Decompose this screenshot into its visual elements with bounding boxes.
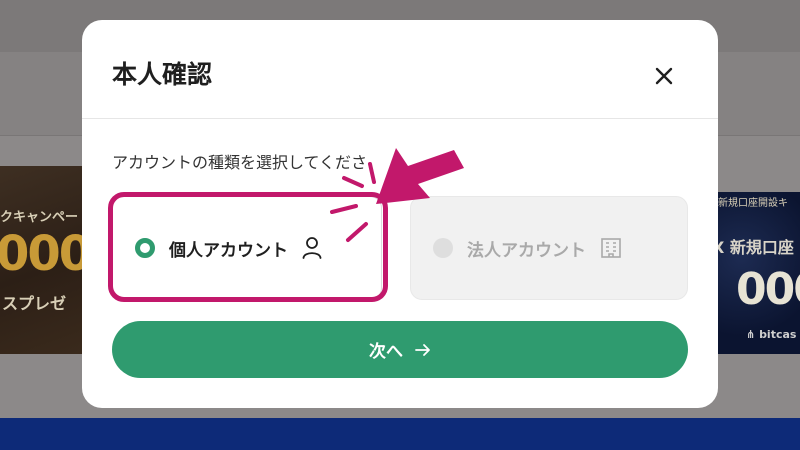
building-icon xyxy=(600,237,622,259)
next-button[interactable]: 次へ xyxy=(112,321,688,378)
campaign-banner-right: 新規口座開設キ X 新規口座 000 ⋔ bitcas xyxy=(716,192,800,354)
person-icon xyxy=(302,236,322,260)
banner-right-text-1: 新規口座開設キ xyxy=(718,198,788,209)
banner-right-amount: 000 xyxy=(736,264,800,315)
personal-account-option[interactable]: 個人アカウント xyxy=(112,196,382,300)
personal-account-label: 個人アカウント xyxy=(169,240,288,261)
banner-right-text-2: X 新規口座 xyxy=(716,238,794,257)
brand-logo-icon: ⋔ xyxy=(746,328,756,341)
banner-left-text-1: クキャンペー xyxy=(0,210,79,225)
arrow-right-icon xyxy=(415,343,431,357)
corporate-account-option[interactable]: 法人アカウント xyxy=(410,196,688,300)
identity-verification-modal: 本人確認 アカウントの種類を選択してくださ 個人アカウント 法人アカウント 次へ xyxy=(82,20,718,408)
close-icon xyxy=(655,67,673,85)
corporate-account-label: 法人アカウント xyxy=(467,240,586,261)
banner-left-amount: 000 xyxy=(0,226,82,282)
next-button-label: 次へ xyxy=(369,342,403,362)
personal-account-radio[interactable] xyxy=(135,238,155,258)
corporate-account-radio[interactable] xyxy=(433,238,453,258)
banner-left-text-2: スプレゼ xyxy=(2,294,67,313)
account-type-prompt: アカウントの種類を選択してくださ xyxy=(112,153,368,172)
banner-right-brand: ⋔ bitcas xyxy=(746,328,796,341)
campaign-banner-left: クキャンペー 000 スプレゼ xyxy=(0,166,82,354)
modal-divider xyxy=(82,118,718,119)
close-button[interactable] xyxy=(650,62,678,90)
banner-right-brand-text: bitcas xyxy=(759,328,797,341)
modal-title: 本人確認 xyxy=(112,60,213,89)
background-footer xyxy=(0,418,800,450)
